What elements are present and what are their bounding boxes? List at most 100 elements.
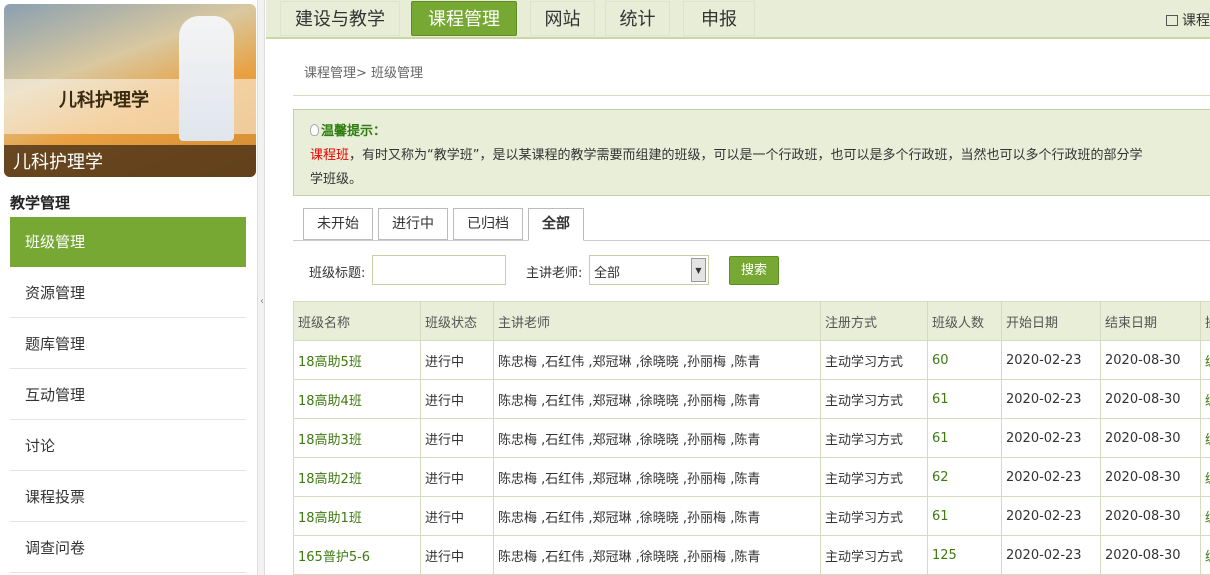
col-teachers-cell: 陈忠梅 ,石红伟 ,郑冠琳 ,徐晓晓 ,孙丽梅 ,陈青 (493, 535, 821, 575)
table-row: 18高助3班 进行中 陈忠梅 ,石红伟 ,郑冠琳 ,徐晓晓 ,孙丽梅 ,陈青 主动学习… (293, 418, 1210, 458)
col-class-name-cell[interactable]: 18高助2班 (293, 457, 421, 497)
collapse-sidebar-icon[interactable]: ‹ (258, 290, 266, 314)
col-registration-cell: 主动学习方式 (820, 340, 928, 380)
col-start-date-cell: 2020-02-23 (1001, 418, 1101, 458)
class-table: 班级名称班级状态主讲老师注册方式班级人数开始日期结束日期操作 18高助5班进行中… (293, 301, 1210, 575)
col-actions-cell[interactable]: 编辑 (1200, 457, 1210, 497)
sidebar-item-class-management[interactable]: 班级管理 (10, 217, 246, 267)
col-count-cell: 125 (927, 535, 1002, 575)
search-button[interactable]: 搜索 (729, 256, 779, 285)
course-cover-image[interactable]: 儿科护理学 儿科护理学 (4, 4, 256, 177)
section-title: 教学管理 (10, 194, 71, 212)
dropdown-arrow-icon[interactable]: ▼ (691, 258, 706, 282)
col-teachers-header: 主讲老师 (493, 301, 821, 341)
col-count-cell: 61 (927, 379, 1002, 419)
col-end-date-cell: 2020-08-30 (1100, 496, 1201, 536)
col-registration-cell: 主动学习方式 (820, 496, 928, 536)
tab-divider (293, 240, 1210, 241)
sidebar-item-interaction[interactable]: 互动管理 (10, 370, 246, 420)
breadcrumb-divider (293, 95, 1210, 96)
table-row: 18高助5班 进行中 陈忠梅 ,石红伟 ,郑冠琳 ,徐晓晓 ,孙丽梅 ,陈青 主动学习… (293, 340, 1210, 380)
col-actions-cell[interactable]: 编辑 (1200, 535, 1210, 575)
col-class-name-cell[interactable]: 18高助5班 (293, 340, 421, 380)
nav-course-management[interactable]: 课程管理 (411, 1, 517, 36)
col-class-name-cell[interactable]: 18高助4班 (293, 379, 421, 419)
col-actions-cell[interactable]: 编辑 (1200, 418, 1210, 458)
col-count-header: 班级人数 (927, 301, 1002, 341)
col-status-cell: 进行中 (420, 418, 494, 458)
col-teachers-cell: 陈忠梅 ,石红伟 ,郑冠琳 ,徐晓晓 ,孙丽梅 ,陈青 (493, 379, 821, 419)
teacher-select[interactable]: 全部 ▼ (589, 255, 709, 285)
col-start-date-header: 开始日期 (1001, 301, 1101, 341)
tab-archived[interactable]: 已归档 (453, 208, 523, 240)
col-class-name-cell[interactable]: 18高助3班 (293, 418, 421, 458)
table-row: 165普护5-6 进行中 陈忠梅 ,石红伟 ,郑冠琳 ,徐晓晓 ,孙丽梅 ,陈青 主动… (293, 535, 1210, 575)
tab-in-progress[interactable]: 进行中 (378, 208, 448, 240)
class-title-input[interactable] (372, 255, 506, 285)
cover-book-title: 儿科护理学 (59, 90, 149, 111)
teacher-select-value: 全部 (594, 266, 621, 281)
col-class-name-cell[interactable]: 165普护5-6 (293, 535, 421, 575)
col-status-cell: 进行中 (420, 340, 494, 380)
sidebar-item-discussion[interactable]: 讨论 (10, 421, 246, 471)
tip-text-2: 学班级。 (310, 172, 363, 187)
table-row: 18高助1班 进行中 陈忠梅 ,石红伟 ,郑冠琳 ,徐晓晓 ,孙丽梅 ,陈青 主动学习… (293, 496, 1210, 536)
top-nav: 建设与教学 课程管理 网站 统计 申报 课程 (266, 0, 1210, 39)
col-end-date-cell: 2020-08-30 (1100, 379, 1201, 419)
table-row: 18高助2班 进行中 陈忠梅 ,石红伟 ,郑冠琳 ,徐晓晓 ,孙丽梅 ,陈青 主动学习… (293, 457, 1210, 497)
col-actions-cell[interactable]: 编辑 (1200, 379, 1210, 419)
nav-statistics[interactable]: 统计 (605, 1, 670, 36)
nav-build-teach[interactable]: 建设与教学 (280, 1, 400, 36)
tip-term: 课程班 (310, 148, 350, 163)
tab-not-started[interactable]: 未开始 (303, 208, 373, 240)
col-status-cell: 进行中 (420, 496, 494, 536)
col-end-date-cell: 2020-08-30 (1100, 457, 1201, 497)
col-end-date-cell: 2020-08-30 (1100, 340, 1201, 380)
col-registration-cell: 主动学习方式 (820, 535, 928, 575)
col-teachers-cell: 陈忠梅 ,石红伟 ,郑冠琳 ,徐晓晓 ,孙丽梅 ,陈青 (493, 496, 821, 536)
col-start-date-cell: 2020-02-23 (1001, 496, 1101, 536)
col-actions-cell[interactable]: 编辑 (1200, 496, 1210, 536)
col-registration-cell: 主动学习方式 (820, 457, 928, 497)
nav-apply[interactable]: 申报 (683, 1, 755, 36)
col-count-cell: 61 (927, 418, 1002, 458)
course-title: 儿科护理学 (4, 145, 256, 177)
col-class-name-cell[interactable]: 18高助1班 (293, 496, 421, 536)
tip-box: 温馨提示： 课程班，有时又称为“教学班”，是以某课程的教学需要而组建的班级，可以… (293, 109, 1210, 196)
nav-website[interactable]: 网站 (530, 1, 595, 36)
cover-nurse-figure (179, 16, 234, 141)
col-end-date-header: 结束日期 (1100, 301, 1201, 341)
sidebar-item-question-bank[interactable]: 题库管理 (10, 319, 246, 369)
col-teachers-cell: 陈忠梅 ,石红伟 ,郑冠琳 ,徐晓晓 ,孙丽梅 ,陈青 (493, 418, 821, 458)
course-link[interactable]: 课程 (1166, 10, 1210, 30)
tip-heading: 温馨提示： (321, 124, 387, 139)
col-count-cell: 61 (927, 496, 1002, 536)
col-actions-cell[interactable]: 编辑 (1200, 340, 1210, 380)
col-class-name-header: 班级名称 (293, 301, 421, 341)
sidebar-item-survey[interactable]: 调查问卷 (10, 523, 246, 573)
table-row: 18高助4班 进行中 陈忠梅 ,石红伟 ,郑冠琳 ,徐晓晓 ,孙丽梅 ,陈青 主动学习… (293, 379, 1210, 419)
col-start-date-cell: 2020-02-23 (1001, 340, 1101, 380)
col-actions-header: 操作 (1200, 301, 1210, 341)
col-registration-cell: 主动学习方式 (820, 418, 928, 458)
teacher-label: 主讲老师: (526, 266, 583, 281)
col-status-cell: 进行中 (420, 379, 494, 419)
col-registration-header: 注册方式 (820, 301, 928, 341)
table-header-row: 班级名称班级状态主讲老师注册方式班级人数开始日期结束日期操作 (293, 301, 1210, 341)
col-teachers-cell: 陈忠梅 ,石红伟 ,郑冠琳 ,徐晓晓 ,孙丽梅 ,陈青 (493, 457, 821, 497)
course-link-label: 课程 (1182, 13, 1210, 29)
col-start-date-cell: 2020-02-23 (1001, 379, 1101, 419)
col-registration-cell: 主动学习方式 (820, 379, 928, 419)
class-title-label: 班级标题: (309, 266, 366, 281)
sidebar-divider[interactable] (257, 0, 265, 575)
sidebar-item-vote[interactable]: 课程投票 (10, 472, 246, 522)
col-count-cell: 62 (927, 457, 1002, 497)
tab-all[interactable]: 全部 (528, 208, 584, 241)
tip-text: ，有时又称为“教学班”，是以某课程的教学需要而组建的班级，可以是一个行政班，也可… (349, 148, 1143, 163)
col-status-header: 班级状态 (420, 301, 494, 341)
col-status-cell: 进行中 (420, 457, 494, 497)
sidebar: 儿科护理学 儿科护理学 教学管理 班级管理 资源管理 题库管理 互动管理 讨论 … (0, 0, 257, 575)
sidebar-item-resource-management[interactable]: 资源管理 (10, 268, 246, 318)
col-end-date-cell: 2020-08-30 (1100, 535, 1201, 575)
monitor-icon (1166, 15, 1178, 26)
